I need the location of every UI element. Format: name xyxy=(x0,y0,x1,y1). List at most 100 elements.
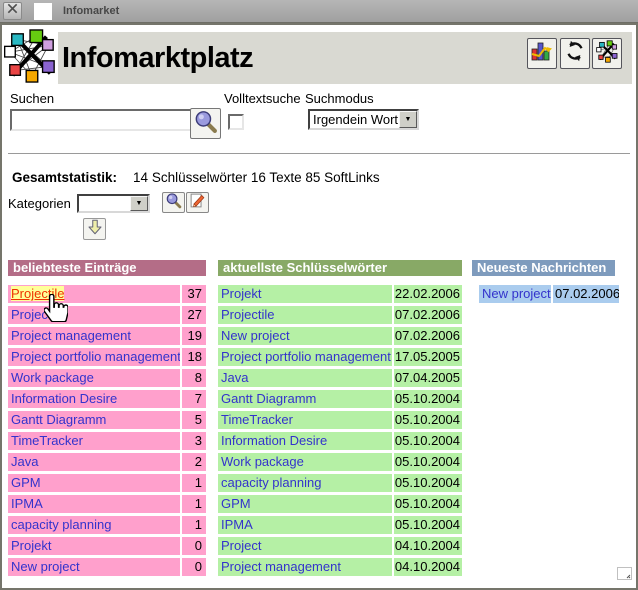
list-item[interactable]: New project 07.02.2006 xyxy=(218,327,462,345)
list-item[interactable]: IPMA 05.10.2004 xyxy=(218,516,462,534)
entry-value: 7 xyxy=(182,390,206,408)
entry-link[interactable]: Project xyxy=(221,538,261,553)
refresh-button[interactable] xyxy=(560,38,590,69)
entry-link[interactable]: Java xyxy=(221,370,248,385)
search-mode-value: Irgendein Wort xyxy=(310,111,399,128)
list-item[interactable]: Work package 8 xyxy=(8,369,206,387)
popular-entries-header: beliebteste Einträge xyxy=(8,260,206,276)
infomarket-map-button[interactable] xyxy=(592,38,622,69)
entry-link[interactable]: New project xyxy=(482,286,551,301)
entry-link[interactable]: Gantt Diagramm xyxy=(221,391,316,406)
entry-link[interactable]: capacity planning xyxy=(11,517,111,532)
dropdown-arrow-icon[interactable]: ▼ xyxy=(130,196,148,211)
list-item[interactable]: Java 07.04.2005 xyxy=(218,369,462,387)
list-item[interactable]: Java 2 xyxy=(8,453,206,471)
fulltext-checkbox[interactable] xyxy=(228,114,244,130)
entry-link[interactable]: Work package xyxy=(221,454,304,469)
list-item[interactable]: New project 0 xyxy=(8,558,206,576)
list-item[interactable]: Project 27 xyxy=(8,306,206,324)
magnifier-icon xyxy=(165,192,182,214)
entry-link[interactable]: TimeTracker xyxy=(11,433,83,448)
entry-link[interactable]: Java xyxy=(11,454,38,469)
entry-link[interactable]: Project portfolio management xyxy=(221,349,391,364)
fulltext-label: Volltextsuche xyxy=(224,91,301,106)
list-item[interactable]: capacity planning 05.10.2004 xyxy=(218,474,462,492)
popular-entries-column: beliebteste Einträge Projectile 37 Proje… xyxy=(8,260,206,579)
list-item[interactable]: Projectile 37 xyxy=(8,285,206,303)
entry-link[interactable]: TimeTracker xyxy=(221,412,293,427)
entry-value: 05.10.2004 xyxy=(394,390,462,408)
statistics-value: 14 Schlüsselwörter 16 Texte 85 SoftLinks xyxy=(133,170,380,185)
entry-value: 5 xyxy=(182,411,206,429)
entry-link[interactable]: New project xyxy=(221,328,290,343)
list-item[interactable]: Project portfolio management 17.05.2005 xyxy=(218,348,462,366)
list-item[interactable]: Projekt 0 xyxy=(8,537,206,555)
list-item[interactable]: IPMA 1 xyxy=(8,495,206,513)
list-item[interactable]: TimeTracker 05.10.2004 xyxy=(218,411,462,429)
window-title: Infomarket xyxy=(63,0,119,23)
close-button[interactable] xyxy=(3,2,22,20)
entry-link[interactable]: Projekt xyxy=(11,538,51,553)
entry-value: 27 xyxy=(182,306,206,324)
statistics-button[interactable] xyxy=(527,38,557,69)
list-item[interactable]: Gantt Diagramm 05.10.2004 xyxy=(218,390,462,408)
entry-value: 17.05.2005 xyxy=(394,348,462,366)
categories-search-button[interactable] xyxy=(162,192,185,213)
list-item[interactable]: Gantt Diagramm 5 xyxy=(8,411,206,429)
entry-link[interactable]: Work package xyxy=(11,370,94,385)
entry-link[interactable]: capacity planning xyxy=(221,475,321,490)
list-item[interactable]: Project management 04.10.2004 xyxy=(218,558,462,576)
list-item[interactable]: Project portfolio management 18 xyxy=(8,348,206,366)
entry-link[interactable]: Projectile xyxy=(221,307,274,322)
entry-value: 04.10.2004 xyxy=(394,558,462,576)
entry-link[interactable]: IPMA xyxy=(11,496,43,511)
list-item[interactable]: Information Desire 7 xyxy=(8,390,206,408)
network-map-icon xyxy=(596,40,619,68)
entry-value: 05.10.2004 xyxy=(394,432,462,450)
resize-grip[interactable] xyxy=(617,567,632,580)
categories-edit-button[interactable] xyxy=(186,192,209,213)
list-item[interactable]: Project management 19 xyxy=(8,327,206,345)
categories-label: Kategorien xyxy=(8,196,71,211)
entry-link[interactable]: Information Desire xyxy=(221,433,327,448)
dropdown-arrow-icon[interactable]: ▼ xyxy=(399,111,417,128)
search-mode-select[interactable]: Irgendein Wort ▼ xyxy=(308,109,419,130)
list-item[interactable]: Work package 05.10.2004 xyxy=(218,453,462,471)
entry-value: 05.10.2004 xyxy=(394,495,462,513)
list-item[interactable]: Projekt 22.02.2006 xyxy=(218,285,462,303)
categories-value xyxy=(79,196,130,211)
list-item[interactable]: TimeTracker 3 xyxy=(8,432,206,450)
list-item[interactable]: GPM 1 xyxy=(8,474,206,492)
categories-download-button[interactable] xyxy=(83,218,106,240)
entry-link[interactable]: Projectile xyxy=(11,286,64,301)
list-item[interactable]: New project 07.02.2006 xyxy=(479,285,620,303)
entry-value: 05.10.2004 xyxy=(394,474,462,492)
search-input[interactable] xyxy=(10,109,194,131)
entry-value: 05.10.2004 xyxy=(394,453,462,471)
entry-link[interactable]: GPM xyxy=(11,475,41,490)
search-mode-label: Suchmodus xyxy=(305,91,374,106)
entry-value: 07.02.2006 xyxy=(553,285,619,303)
entry-link[interactable]: Project management xyxy=(221,559,341,574)
refresh-icon xyxy=(564,40,586,67)
categories-select[interactable]: ▼ xyxy=(77,194,150,213)
entry-value: 22.02.2006 xyxy=(394,285,462,303)
entry-link[interactable]: Projekt xyxy=(221,286,261,301)
entry-link[interactable]: IPMA xyxy=(221,517,253,532)
entry-link[interactable]: New project xyxy=(11,559,80,574)
entry-value: 07.04.2005 xyxy=(394,369,462,387)
entry-link[interactable]: Gantt Diagramm xyxy=(11,412,106,427)
list-item[interactable]: GPM 05.10.2004 xyxy=(218,495,462,513)
entry-link[interactable]: Information Desire xyxy=(11,391,117,406)
list-item[interactable]: Projectile 07.02.2006 xyxy=(218,306,462,324)
entry-link[interactable]: GPM xyxy=(221,496,251,511)
search-button[interactable] xyxy=(190,108,221,139)
list-item[interactable]: capacity planning 1 xyxy=(8,516,206,534)
entry-link[interactable]: Project xyxy=(11,307,51,322)
list-item[interactable]: Information Desire 05.10.2004 xyxy=(218,432,462,450)
entry-link[interactable]: Project portfolio management xyxy=(11,349,180,364)
entry-value: 0 xyxy=(182,537,206,555)
entry-link[interactable]: Project management xyxy=(11,328,131,343)
list-item[interactable]: Project 04.10.2004 xyxy=(218,537,462,555)
page-title: Infomarktplatz xyxy=(62,32,253,84)
